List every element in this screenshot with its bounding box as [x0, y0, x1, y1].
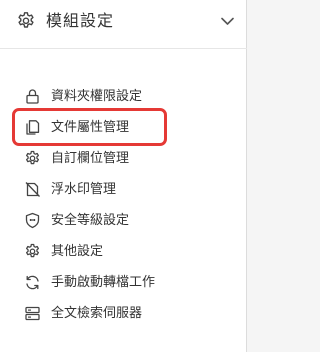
menu-item-label: 自訂欄位管理 [51, 151, 130, 166]
gear-icon [24, 243, 41, 260]
module-settings-title: 模組設定 [46, 11, 115, 30]
shield-icon [24, 212, 41, 229]
menu-item-folder-permissions[interactable]: 資料夾權限設定 [0, 82, 247, 112]
lock-icon [24, 88, 41, 105]
menu-item-label: 安全等級設定 [51, 213, 130, 228]
header-divider [0, 48, 247, 49]
server-icon [24, 305, 41, 322]
menu-item-document-properties[interactable]: 文件屬性管理 [0, 113, 247, 143]
chevron-down-icon[interactable] [221, 17, 234, 26]
settings-panel: 模組設定 資料夾權限設定 文件屬性管理 自訂欄位管理 浮水印管理 安全等級設定 … [0, 0, 247, 352]
menu-item-custom-fields[interactable]: 自訂欄位管理 [0, 144, 247, 174]
menu-item-label: 全文檢索伺服器 [51, 306, 143, 321]
menu-item-fulltext-server[interactable]: 全文檢索伺服器 [0, 299, 247, 329]
gear-icon [24, 150, 41, 167]
watermark-icon [24, 181, 41, 198]
gear-icon [16, 11, 36, 31]
menu-item-security-level[interactable]: 安全等級設定 [0, 206, 247, 236]
document-icon [24, 119, 41, 136]
menu-item-watermark[interactable]: 浮水印管理 [0, 175, 247, 205]
module-settings-header[interactable]: 模組設定 [0, 0, 247, 44]
menu-item-label: 浮水印管理 [51, 182, 117, 197]
menu-item-label: 手動啟動轉檔工作 [51, 275, 156, 290]
menu-item-manual-conversion[interactable]: 手動啟動轉檔工作 [0, 268, 247, 298]
refresh-icon [24, 274, 41, 291]
menu-item-label: 文件屬性管理 [51, 120, 130, 135]
menu-item-label: 資料夾權限設定 [51, 89, 143, 104]
menu-item-label: 其他設定 [51, 244, 104, 259]
menu-item-other-settings[interactable]: 其他設定 [0, 237, 247, 267]
